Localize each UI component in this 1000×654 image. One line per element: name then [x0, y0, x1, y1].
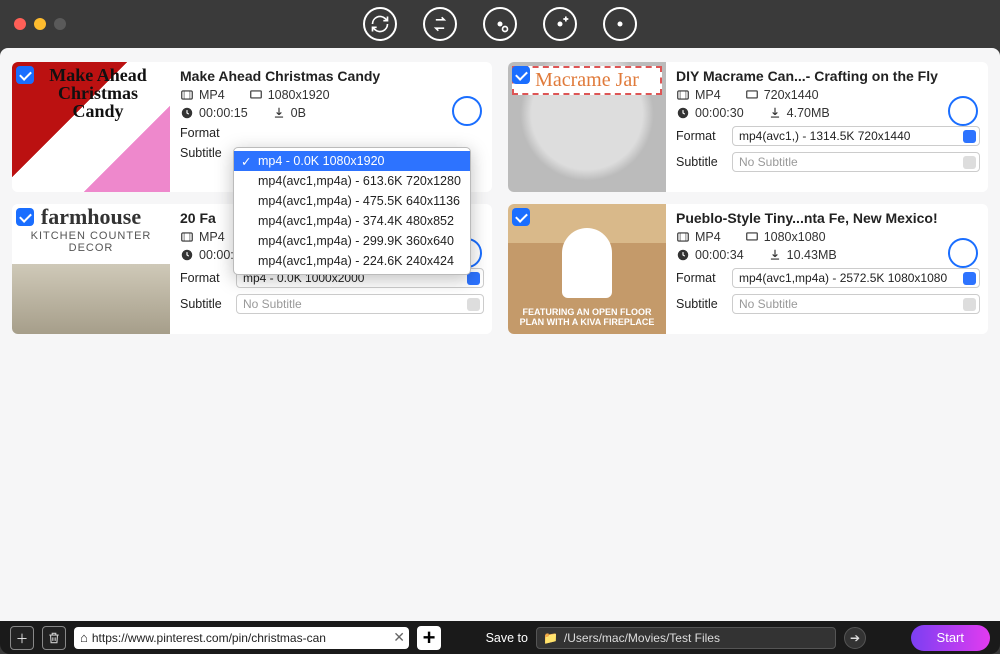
resolution-value: 720x1440 — [764, 88, 819, 102]
subtitle-label: Subtitle — [180, 146, 230, 160]
format-label: Format — [676, 129, 726, 143]
dropdown-option[interactable]: mp4(avc1,mp4a) - 299.9K 360x640 — [234, 231, 470, 251]
clear-icon[interactable]: ✕ — [393, 629, 405, 646]
dropdown-option[interactable]: mp4(avc1,mp4a) - 224.6K 240x424 — [234, 251, 470, 271]
thumb-subtext: KITCHEN COUNTER DECOR — [31, 230, 152, 254]
window-controls — [14, 18, 66, 30]
dropdown-option[interactable]: mp4(avc1,mp4a) - 613.6K 720x1280 — [234, 171, 470, 191]
duration-value: 00:00:34 — [695, 248, 744, 262]
refresh-icon[interactable] — [363, 7, 397, 41]
add-task-button[interactable]: ＋ — [10, 626, 34, 650]
thumbnail[interactable]: FEATURING AN OPEN FLOOR PLAN WITH A KIVA… — [508, 204, 666, 334]
path-text: /Users/mac/Movies/Test Files — [564, 631, 720, 645]
thumb-text: FEATURING AN OPEN FLOOR PLAN WITH A KIVA… — [512, 308, 662, 328]
format-label: Format — [676, 271, 726, 285]
convert-icon[interactable] — [423, 7, 457, 41]
video-card: Macrame Jar DIY Macrame Can...- Crafting… — [508, 62, 988, 192]
select-checkbox[interactable] — [16, 66, 34, 84]
duration-value: 00:00:30 — [695, 106, 744, 120]
dropdown-option[interactable]: mp4(avc1,mp4a) - 374.4K 480x852 — [234, 211, 470, 231]
download-button[interactable] — [452, 96, 482, 126]
select-checkbox[interactable] — [512, 208, 530, 226]
go-button[interactable]: ➔ — [844, 627, 866, 649]
top-toolbar — [363, 7, 637, 41]
format-value: MP4 — [695, 88, 721, 102]
thumbnail[interactable]: Macrame Jar — [508, 62, 666, 192]
format-dropdown[interactable]: mp4 - 0.0K 1080x1920 mp4(avc1,mp4a) - 61… — [233, 147, 471, 275]
add-url-button[interactable]: + — [417, 626, 441, 650]
video-title: Pueblo-Style Tiny...nta Fe, New Mexico! — [676, 210, 980, 226]
format-value: MP4 — [199, 230, 225, 244]
thumb-text: Macrame Jar — [512, 66, 662, 95]
size-value: 10.43MB — [787, 248, 837, 262]
select-checkbox[interactable] — [16, 208, 34, 226]
format-value: MP4 — [199, 88, 225, 102]
subtitle-label: Subtitle — [676, 155, 726, 169]
start-button[interactable]: Start — [911, 625, 990, 651]
dropdown-option[interactable]: mp4 - 0.0K 1080x1920 — [234, 151, 470, 171]
close-window-button[interactable] — [14, 18, 26, 30]
resolution-value: 1080x1080 — [764, 230, 826, 244]
delete-button[interactable] — [42, 626, 66, 650]
thumb-text: Make Ahead Christmas Candy — [32, 66, 164, 120]
format-label: Format — [180, 271, 230, 285]
url-text: https://www.pinterest.com/pin/christmas-… — [92, 631, 389, 645]
format-select[interactable]: mp4(avc1,mp4a) - 2572.5K 1080x1080 — [732, 268, 980, 288]
duration-value: 00:00:15 — [199, 106, 248, 120]
format-value: MP4 — [695, 230, 721, 244]
format-select[interactable]: mp4(avc1,) - 1314.5K 720x1440 — [732, 126, 980, 146]
titlebar — [0, 0, 1000, 48]
download-button[interactable] — [948, 96, 978, 126]
maximize-window-button[interactable] — [54, 18, 66, 30]
subtitle-label: Subtitle — [180, 297, 230, 311]
subtitle-label: Subtitle — [676, 297, 726, 311]
video-card: FEATURING AN OPEN FLOOR PLAN WITH A KIVA… — [508, 204, 988, 334]
format-label: Format — [180, 126, 230, 140]
video-title: Make Ahead Christmas Candy — [180, 68, 484, 84]
video-title: DIY Macrame Can...- Crafting on the Fly — [676, 68, 980, 84]
size-value: 0B — [291, 106, 306, 120]
media-search-icon[interactable] — [483, 7, 517, 41]
subtitle-select[interactable]: No Subtitle — [732, 294, 980, 314]
url-input[interactable]: ⌂ https://www.pinterest.com/pin/christma… — [74, 627, 409, 649]
save-path-input[interactable]: 📁 /Users/mac/Movies/Test Files — [536, 627, 836, 649]
dropdown-option[interactable]: mp4(avc1,mp4a) - 475.5K 640x1136 — [234, 191, 470, 211]
footer-bar: ＋ ⌂ https://www.pinterest.com/pin/christ… — [0, 621, 1000, 654]
saveto-label: Save to — [486, 631, 528, 645]
folder-icon: 📁 — [543, 631, 558, 645]
thumbnail[interactable]: farmhouseKITCHEN COUNTER DECOR — [12, 204, 170, 334]
subtitle-select[interactable]: No Subtitle — [236, 294, 484, 314]
media-add-icon[interactable] — [543, 7, 577, 41]
download-button[interactable] — [948, 238, 978, 268]
select-checkbox[interactable] — [512, 66, 530, 84]
media-library-icon[interactable] — [603, 7, 637, 41]
thumb-text: farmhouse — [12, 204, 170, 230]
content-area: Make Ahead Christmas Candy Make Ahead Ch… — [0, 48, 1000, 621]
size-value: 4.70MB — [787, 106, 830, 120]
minimize-window-button[interactable] — [34, 18, 46, 30]
subtitle-select[interactable]: No Subtitle — [732, 152, 980, 172]
resolution-value: 1080x1920 — [268, 88, 330, 102]
home-icon[interactable]: ⌂ — [80, 630, 88, 645]
thumbnail[interactable]: Make Ahead Christmas Candy — [12, 62, 170, 192]
cards-grid: Make Ahead Christmas Candy Make Ahead Ch… — [12, 62, 988, 334]
